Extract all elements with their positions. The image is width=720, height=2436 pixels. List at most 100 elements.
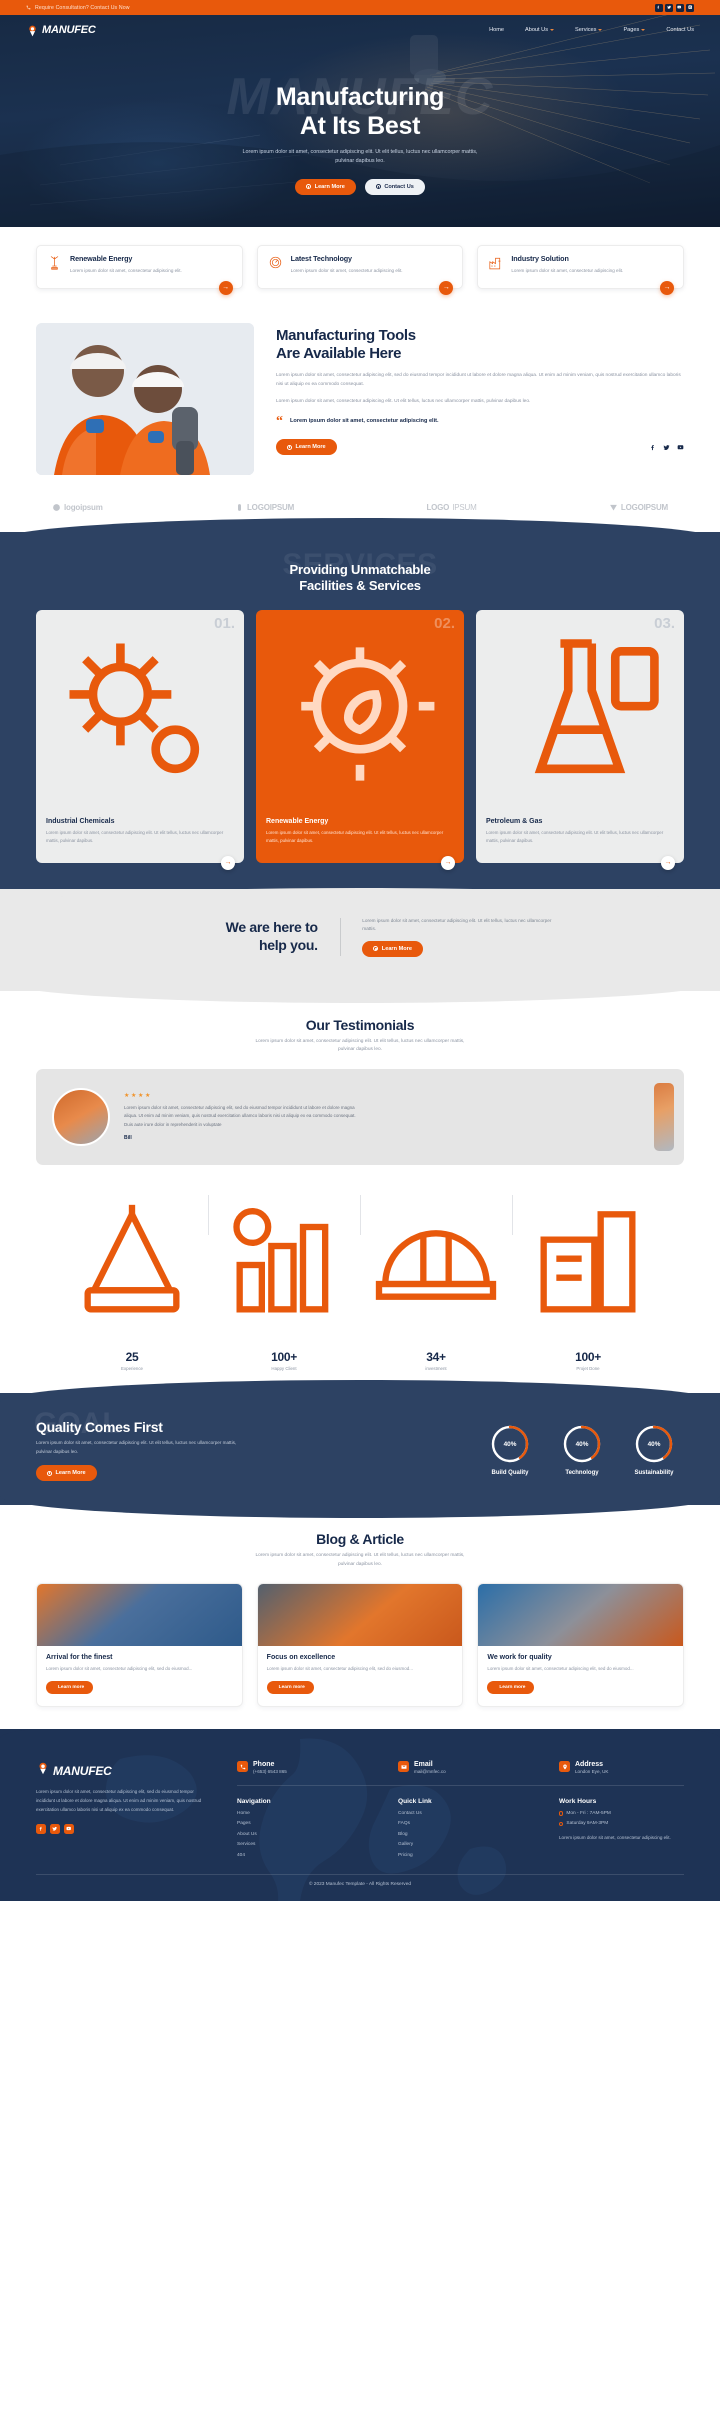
blog-learn-more-button[interactable]: Learn more <box>46 1681 94 1695</box>
help-title: We are here to help you. <box>168 919 318 954</box>
client-logo-4: LOGOIPSUM <box>609 503 668 512</box>
facebook-icon[interactable] <box>36 1823 46 1834</box>
footer-column-work-hours: Work Hours Mon - Fri : 7AM-5PM Saturday … <box>559 1798 684 1858</box>
footer-social-links[interactable] <box>36 1823 211 1834</box>
feature-title: Renewable Energy <box>70 254 133 263</box>
nav-item-services[interactable]: Services <box>575 27 603 33</box>
wind-turbine-icon <box>46 254 63 273</box>
footer-brand-name: MANUFEC <box>53 1763 112 1778</box>
service-title: Industrial Chemicals <box>46 818 115 826</box>
twitter-icon[interactable] <box>663 444 670 451</box>
button-label: Learn More <box>381 945 412 952</box>
facebook-icon[interactable] <box>654 3 663 12</box>
footer-brand-logo[interactable]: MANUFEC <box>36 1761 211 1780</box>
facebook-icon[interactable] <box>649 444 656 451</box>
service-arrow-button[interactable]: → <box>221 855 235 870</box>
clock-icon <box>559 1811 564 1816</box>
footer-link-faqs[interactable]: FAQs <box>398 1821 523 1826</box>
blog-card-focus-on-excellence[interactable]: Focus on excellence Lorem ipsum dolor si… <box>256 1583 464 1708</box>
footer-link-home[interactable]: Home <box>237 1811 362 1816</box>
envelope-icon <box>398 1761 409 1773</box>
footer-column-title: Quick Link <box>398 1798 432 1806</box>
feature-arrow-button[interactable]: → <box>218 280 233 295</box>
goal-learn-more-button[interactable]: Learn More <box>36 1465 97 1481</box>
service-card-industrial-chemicals[interactable]: 01. Industrial Chemicals Lorem ipsum dol… <box>36 610 244 870</box>
blog-learn-more-button[interactable]: Learn more <box>266 1681 314 1695</box>
footer-link-pricing[interactable]: Pricing <box>398 1853 523 1858</box>
hero-title-line1: Manufacturing <box>275 83 445 111</box>
nav-item-about-us[interactable]: About Us <box>525 27 554 33</box>
service-arrow-button[interactable]: → <box>661 855 675 870</box>
manufec-logo-icon <box>26 24 39 37</box>
blog-card-we-work-for-quality[interactable]: We work for quality Lorem ipsum dolor si… <box>477 1583 685 1708</box>
twitter-icon[interactable] <box>665 3 673 12</box>
hero-title: Manufacturing At Its Best <box>0 83 720 140</box>
nav-item-home[interactable]: Home <box>489 27 504 33</box>
feature-arrow-button[interactable]: → <box>660 280 675 295</box>
about-social-links[interactable] <box>649 444 684 451</box>
footer-contact-phone[interactable]: Phone (+653) 6543 865 <box>237 1761 362 1774</box>
contact-value: (+653) 6543 865 <box>253 1769 287 1775</box>
footer-contact-address[interactable]: Address London Eye, UK <box>559 1761 684 1774</box>
ring-value: 40% <box>647 1440 661 1448</box>
twitter-icon[interactable] <box>50 1823 60 1834</box>
feature-card-renewable-energy[interactable]: Renewable Energy Lorem ipsum dolor sit a… <box>36 245 243 295</box>
footer-link-blog[interactable]: Blog <box>398 1832 523 1837</box>
footer-link-pages[interactable]: Pages <box>237 1821 362 1826</box>
feature-arrow-button[interactable]: → <box>439 280 454 295</box>
footer-link-contact-us[interactable]: Contact Us <box>398 1811 523 1816</box>
about-section: Manufacturing Tools Are Available Here L… <box>0 295 720 485</box>
blog-post-title: Arrival for the finest <box>46 1654 113 1662</box>
footer-link-gallery[interactable]: Gallery <box>398 1842 523 1847</box>
service-card-renewable-energy[interactable]: 02. Renewable Energy Lorem ipsum dolor s… <box>256 610 464 870</box>
contact-label: Phone <box>253 1761 275 1769</box>
about-title-line2: Are Available Here <box>276 344 402 362</box>
feature-card-industry-solution[interactable]: Industry Solution Lorem ipsum dolor sit … <box>477 245 685 295</box>
feature-desc: Lorem ipsum dolor sit amet, consectetur … <box>290 267 403 273</box>
stat-value: 100+ <box>575 1350 601 1365</box>
blog-post-desc: Lorem ipsum dolor sit amet, consectetur … <box>266 1666 413 1672</box>
footer-link-services[interactable]: Services <box>237 1842 362 1847</box>
service-card-petroleum-gas[interactable]: 03. Petroleum & Gas Lorem ipsum dolor si… <box>476 610 684 870</box>
about-learn-more-button[interactable]: Learn More <box>276 439 337 456</box>
brand-logo[interactable]: MANUFEC <box>26 24 96 37</box>
goal-section: GOAL Quality Comes First Lorem ipsum dol… <box>0 1380 720 1518</box>
nav-links: Home About Us Services Pages Contact Us <box>489 27 694 33</box>
youtube-icon[interactable] <box>64 1823 74 1834</box>
service-number: 01. <box>214 615 235 633</box>
button-label: Learn More <box>55 1470 86 1476</box>
footer-column-title: Work Hours <box>559 1798 597 1806</box>
instagram-icon[interactable] <box>686 3 694 12</box>
building-icon <box>512 1211 664 1345</box>
youtube-icon[interactable] <box>677 444 684 451</box>
about-quote: “ Lorem ipsum dolor sit amet, consectetu… <box>276 414 684 427</box>
help-learn-more-button[interactable]: Learn More <box>362 940 423 957</box>
factory-icon <box>487 254 504 273</box>
help-title-line1: We are here to <box>225 919 318 936</box>
brand-name: MANUFEC <box>42 24 96 36</box>
footer-contact-email[interactable]: Email mail@mnfec.co <box>398 1761 523 1774</box>
youtube-icon[interactable] <box>675 3 684 12</box>
footer-column-quick-link: Quick Link Contact Us FAQs Blog Gallery … <box>398 1798 523 1858</box>
hero-contact-us-button[interactable]: Contact Us <box>364 178 425 195</box>
nav-item-pages[interactable]: Pages <box>623 27 646 33</box>
hero-learn-more-button[interactable]: Learn More <box>295 178 356 195</box>
nav-label: About Us <box>524 27 548 33</box>
testimonial-next-preview[interactable] <box>654 1083 674 1152</box>
landing-page: Require Consultation? Contact Us Now MAN… <box>0 0 720 1902</box>
feature-card-latest-technology[interactable]: Latest Technology Lorem ipsum dolor sit … <box>256 245 464 295</box>
star-icon: ★ <box>137 1093 144 1100</box>
footer-link-404[interactable]: 404 <box>237 1853 362 1858</box>
blog-card-arrival-for-the-finest[interactable]: Arrival for the finest Lorem ipsum dolor… <box>36 1583 243 1708</box>
blog-learn-more-button[interactable]: Learn more <box>487 1681 535 1695</box>
stat-value: 100+ <box>271 1350 297 1365</box>
feature-desc: Lorem ipsum dolor sit amet, consectetur … <box>511 267 624 273</box>
work-hours-text: Saturday 9AM-3PM <box>566 1821 609 1827</box>
ring-label: Sustainability <box>634 1470 674 1477</box>
footer-link-about-us[interactable]: About Us <box>237 1832 362 1837</box>
nav-item-contact-us[interactable]: Contact Us <box>666 27 694 33</box>
button-label: Learn More <box>295 444 326 451</box>
service-arrow-button[interactable]: → <box>441 855 455 870</box>
top-bar-social-links[interactable] <box>654 3 694 12</box>
hero-buttons: Learn More Contact Us <box>0 178 720 195</box>
